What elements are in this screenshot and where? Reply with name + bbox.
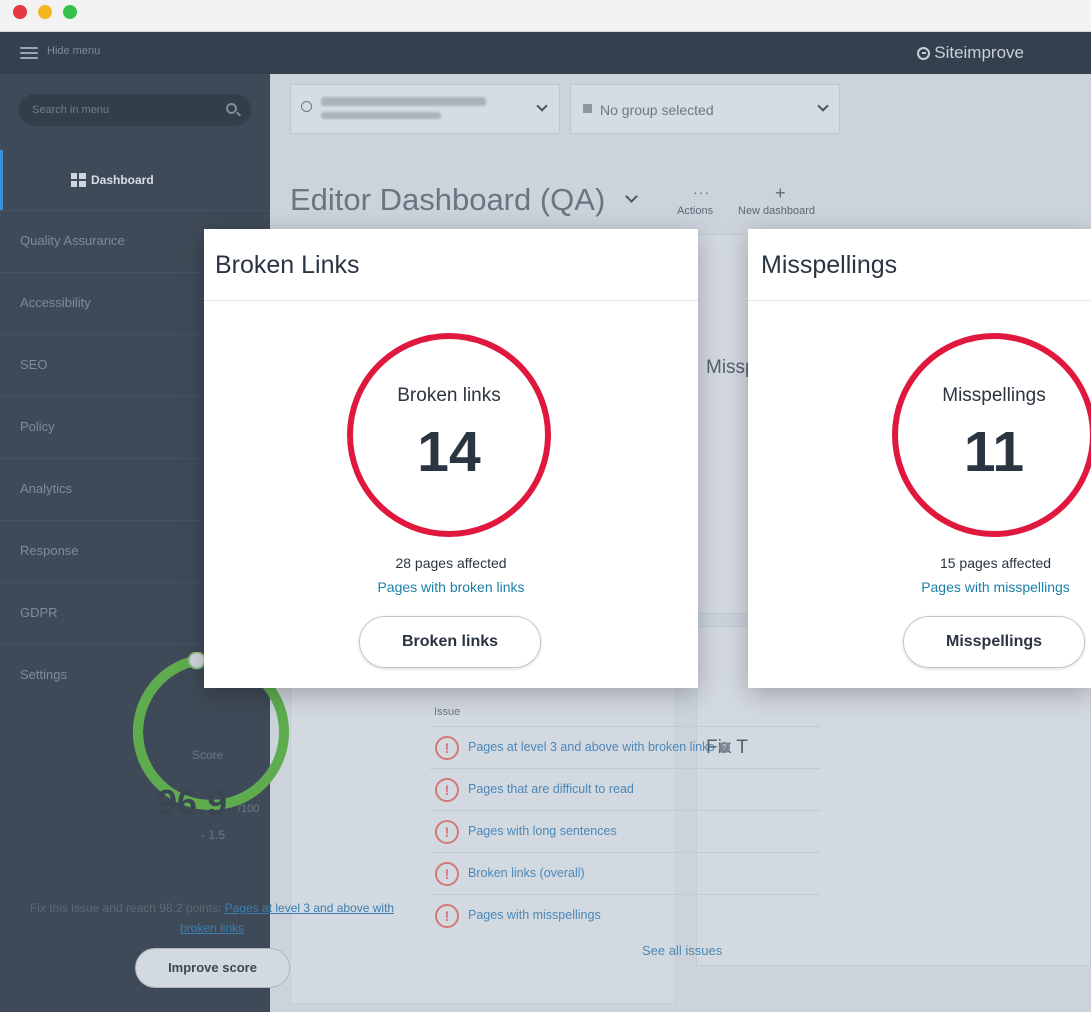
improve-score-button[interactable]: Improve score bbox=[135, 948, 290, 988]
metric-label: Broken links bbox=[397, 385, 501, 406]
score-gauge-knob bbox=[187, 652, 206, 670]
issue-column-header: Issue bbox=[434, 706, 461, 718]
score-value: 96.9 bbox=[157, 782, 228, 823]
sidebar-item-label: SEO bbox=[20, 357, 48, 372]
new-dashboard-button[interactable]: New dashboard bbox=[738, 205, 815, 217]
chevron-down-icon[interactable] bbox=[536, 100, 548, 112]
score-hint-text: Fix this issue and reach 98.2 points: bbox=[29, 901, 225, 915]
blurred-site-url bbox=[321, 112, 441, 119]
issue-link[interactable]: Pages that are difficult to read bbox=[468, 782, 634, 796]
issue-link[interactable]: Broken links (overall) bbox=[468, 866, 585, 880]
search-placeholder: Search in menu bbox=[32, 104, 110, 116]
pages-affected: 15 pages affected bbox=[939, 555, 1052, 571]
pages-with-misspellings-link[interactable]: Pages with misspellings bbox=[744, 579, 1091, 595]
window-titlebar bbox=[0, 0, 1091, 32]
metric-value: 14 bbox=[417, 420, 481, 484]
card-title: Broken Links bbox=[215, 251, 360, 279]
alert-icon: ! bbox=[435, 778, 459, 802]
chevron-down-icon[interactable] bbox=[625, 190, 638, 203]
score-delta: - 1.5 bbox=[201, 828, 226, 842]
top-bar: Hide menu Siteimprove bbox=[0, 32, 1091, 74]
hamburger-icon[interactable] bbox=[20, 47, 38, 59]
hide-menu-button[interactable]: Hide menu bbox=[47, 45, 100, 57]
issue-row[interactable]: ! Pages that are difficult to read bbox=[430, 768, 821, 810]
siteimprove-logo-icon bbox=[917, 46, 931, 60]
group-selector-value: No group selected bbox=[600, 102, 714, 118]
active-indicator bbox=[0, 150, 3, 210]
pages-affected: 28 pages affected bbox=[395, 555, 507, 571]
maximize-window-button[interactable] bbox=[63, 5, 77, 19]
metric-value: 11 bbox=[963, 420, 1025, 484]
sidebar-item-label: Settings bbox=[20, 667, 67, 682]
app-window: Hide menu Siteimprove Search in menu Das… bbox=[0, 0, 1091, 1012]
globe-icon bbox=[301, 101, 312, 112]
sidebar-item-label: Policy bbox=[20, 419, 55, 434]
score-label: Score bbox=[192, 748, 224, 762]
actions-button[interactable]: Actions bbox=[677, 205, 713, 217]
score-max: /100 bbox=[238, 803, 260, 815]
sidebar-item-label: Quality Assurance bbox=[20, 233, 125, 248]
search-input[interactable]: Search in menu bbox=[19, 94, 251, 126]
sidebar-item-label: Response bbox=[20, 543, 79, 558]
plus-icon[interactable]: + bbox=[775, 183, 786, 204]
alert-icon: ! bbox=[435, 736, 459, 760]
close-window-button[interactable] bbox=[13, 5, 27, 19]
issue-row[interactable]: ! Pages with misspellings bbox=[430, 894, 821, 936]
minimize-window-button[interactable] bbox=[38, 5, 52, 19]
alert-icon: ! bbox=[435, 820, 459, 844]
sidebar-item-label: Accessibility bbox=[20, 295, 91, 310]
broken-links-card: Broken Links Broken links 14 28 pages af… bbox=[204, 229, 698, 688]
see-all-issues-link[interactable]: See all issues bbox=[642, 943, 722, 958]
issue-link[interactable]: Pages with long sentences bbox=[468, 824, 617, 838]
card-title: Misspellings bbox=[761, 251, 898, 279]
sidebar-item-dashboard[interactable]: Dashboard bbox=[0, 150, 270, 210]
brand-name: Siteimprove bbox=[934, 43, 1024, 62]
metric-label: Misspellings bbox=[942, 385, 1046, 406]
blurred-site-name bbox=[321, 97, 486, 106]
issue-link[interactable]: Pages at level 3 and above with broken l… bbox=[468, 740, 730, 754]
help-icon[interactable]: ? bbox=[718, 742, 730, 754]
divider bbox=[204, 300, 698, 301]
chevron-down-icon[interactable] bbox=[817, 100, 829, 112]
site-selector[interactable] bbox=[290, 84, 560, 134]
dashboard-icon bbox=[71, 173, 86, 187]
sidebar-item-label: GDPR bbox=[20, 605, 58, 620]
divider bbox=[748, 300, 1091, 301]
issue-row[interactable]: ! Broken links (overall) bbox=[430, 852, 821, 894]
pages-with-broken-links-link[interactable]: Pages with broken links bbox=[204, 579, 698, 595]
search-icon[interactable] bbox=[226, 103, 237, 114]
issue-link[interactable]: Pages with misspellings bbox=[468, 908, 601, 922]
metric-ring: Misspellings 11 bbox=[892, 333, 1091, 537]
metric-ring: Broken links 14 bbox=[347, 333, 551, 537]
score-hint: Fix this issue and reach 98.2 points: Pa… bbox=[20, 898, 404, 938]
misspellings-card: Misspellings Misspellings 11 15 pages af… bbox=[748, 229, 1091, 688]
sidebar-item-label: Dashboard bbox=[91, 173, 154, 187]
alert-icon: ! bbox=[435, 904, 459, 928]
sidebar-item-label: Analytics bbox=[20, 481, 73, 496]
brand-logo: Siteimprove bbox=[917, 43, 1024, 63]
more-icon[interactable]: ··· bbox=[693, 184, 710, 200]
issue-row[interactable]: ! Pages with long sentences bbox=[430, 810, 821, 852]
group-icon bbox=[583, 104, 592, 113]
group-selector[interactable]: No group selected bbox=[570, 84, 840, 134]
misspellings-button[interactable]: Misspellings bbox=[903, 616, 1085, 668]
alert-icon: ! bbox=[435, 862, 459, 886]
broken-links-button[interactable]: Broken links bbox=[359, 616, 541, 668]
dashboard-title[interactable]: Editor Dashboard (QA) bbox=[290, 182, 605, 218]
issue-label: Pages at level 3 and above with broken l… bbox=[468, 740, 715, 754]
issue-row[interactable]: ! Pages at level 3 and above with broken… bbox=[430, 726, 821, 768]
